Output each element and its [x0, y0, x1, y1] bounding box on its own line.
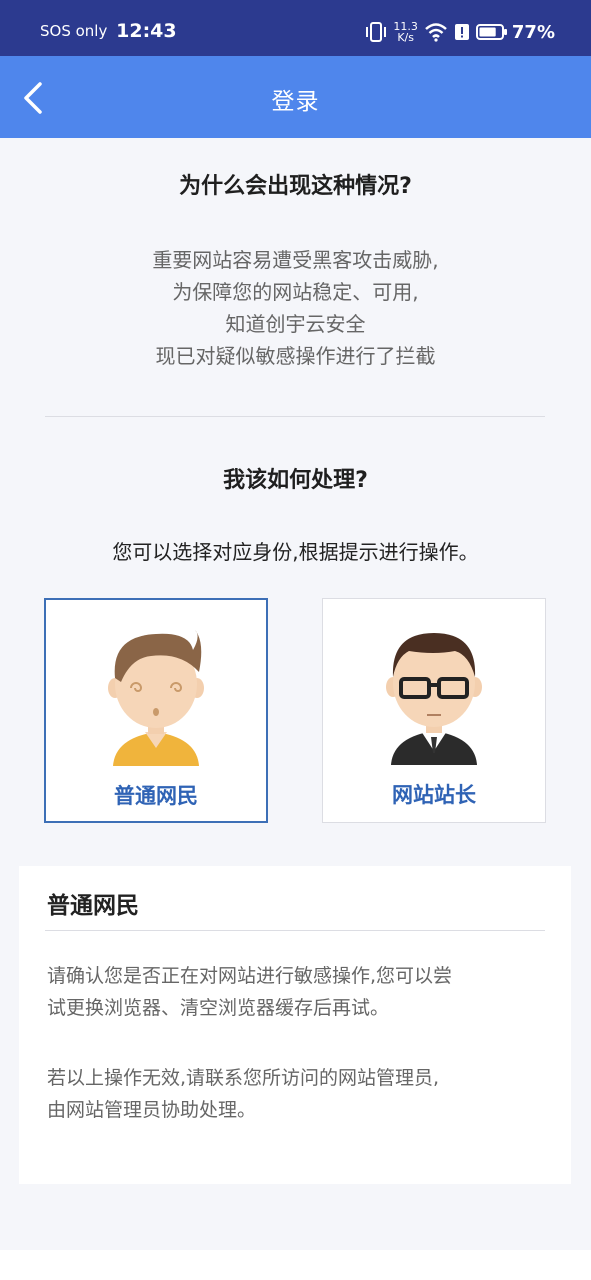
clock: 12:43	[116, 20, 177, 42]
battery-percent: 77%	[511, 21, 555, 43]
info-divider	[45, 930, 545, 931]
why-line: 为保障您的网站稳定、可用,	[172, 280, 419, 304]
how-subtitle: 您可以选择对应身份,根据提示进行操作。	[112, 540, 479, 564]
why-line: 重要网站容易遭受黑客攻击威胁,	[152, 248, 439, 272]
why-description: 重要网站容易遭受黑客攻击威胁, 为保障您的网站稳定、可用, 知道创宇云安全 现已…	[0, 244, 591, 372]
role-card-webmaster[interactable]: 网站站长	[322, 598, 546, 823]
info-paragraph: 请确认您是否正在对网站进行敏感操作,您可以尝 试更换浏览器、清空浏览器缓存后再试…	[47, 960, 547, 1024]
status-right: 11.3 K/s 77%	[359, 14, 555, 50]
network-speed: 11.3 K/s	[393, 21, 418, 43]
role-card-netizen[interactable]: 普通网民	[44, 598, 268, 823]
navbar: 登录	[0, 56, 591, 138]
role-label: 网站站长	[392, 783, 476, 807]
role-label: 普通网民	[114, 784, 198, 808]
info-panel: 普通网民 请确认您是否正在对网站进行敏感操作,您可以尝 试更换浏览器、清空浏览器…	[19, 866, 571, 1184]
info-line: 请确认您是否正在对网站进行敏感操作,您可以尝	[47, 965, 453, 987]
info-line: 由网站管理员协助处理。	[47, 1099, 257, 1121]
info-line: 试更换浏览器、清空浏览器缓存后再试。	[47, 997, 390, 1019]
webmaster-avatar	[386, 633, 482, 765]
bottom-strip	[0, 1250, 591, 1280]
info-line: 若以上操作无效,请联系您所访问的网站管理员,	[47, 1067, 440, 1089]
speed-unit: K/s	[397, 31, 414, 44]
status-left: SOS only 12:43	[40, 20, 177, 42]
carrier-label: SOS only	[40, 22, 108, 40]
vibrate-icon	[366, 22, 387, 42]
status-bar: SOS only 12:43 11.3 K/s 77%	[0, 0, 591, 56]
why-heading: 为什么会出现这种情况?	[179, 174, 412, 199]
wifi-icon	[425, 23, 447, 42]
page-title: 登录	[271, 89, 320, 115]
info-paragraph: 若以上操作无效,请联系您所访问的网站管理员, 由网站管理员协助处理。	[47, 1062, 547, 1126]
alert-icon	[454, 24, 469, 40]
info-title: 普通网民	[47, 893, 139, 919]
battery-icon	[475, 24, 507, 40]
why-line: 知道创宇云安全	[225, 312, 366, 336]
how-heading: 我该如何处理?	[223, 468, 368, 493]
confused-user-avatar	[108, 630, 204, 766]
why-line: 现已对疑似敏感操作进行了拦截	[155, 344, 436, 368]
section-divider	[45, 416, 545, 417]
